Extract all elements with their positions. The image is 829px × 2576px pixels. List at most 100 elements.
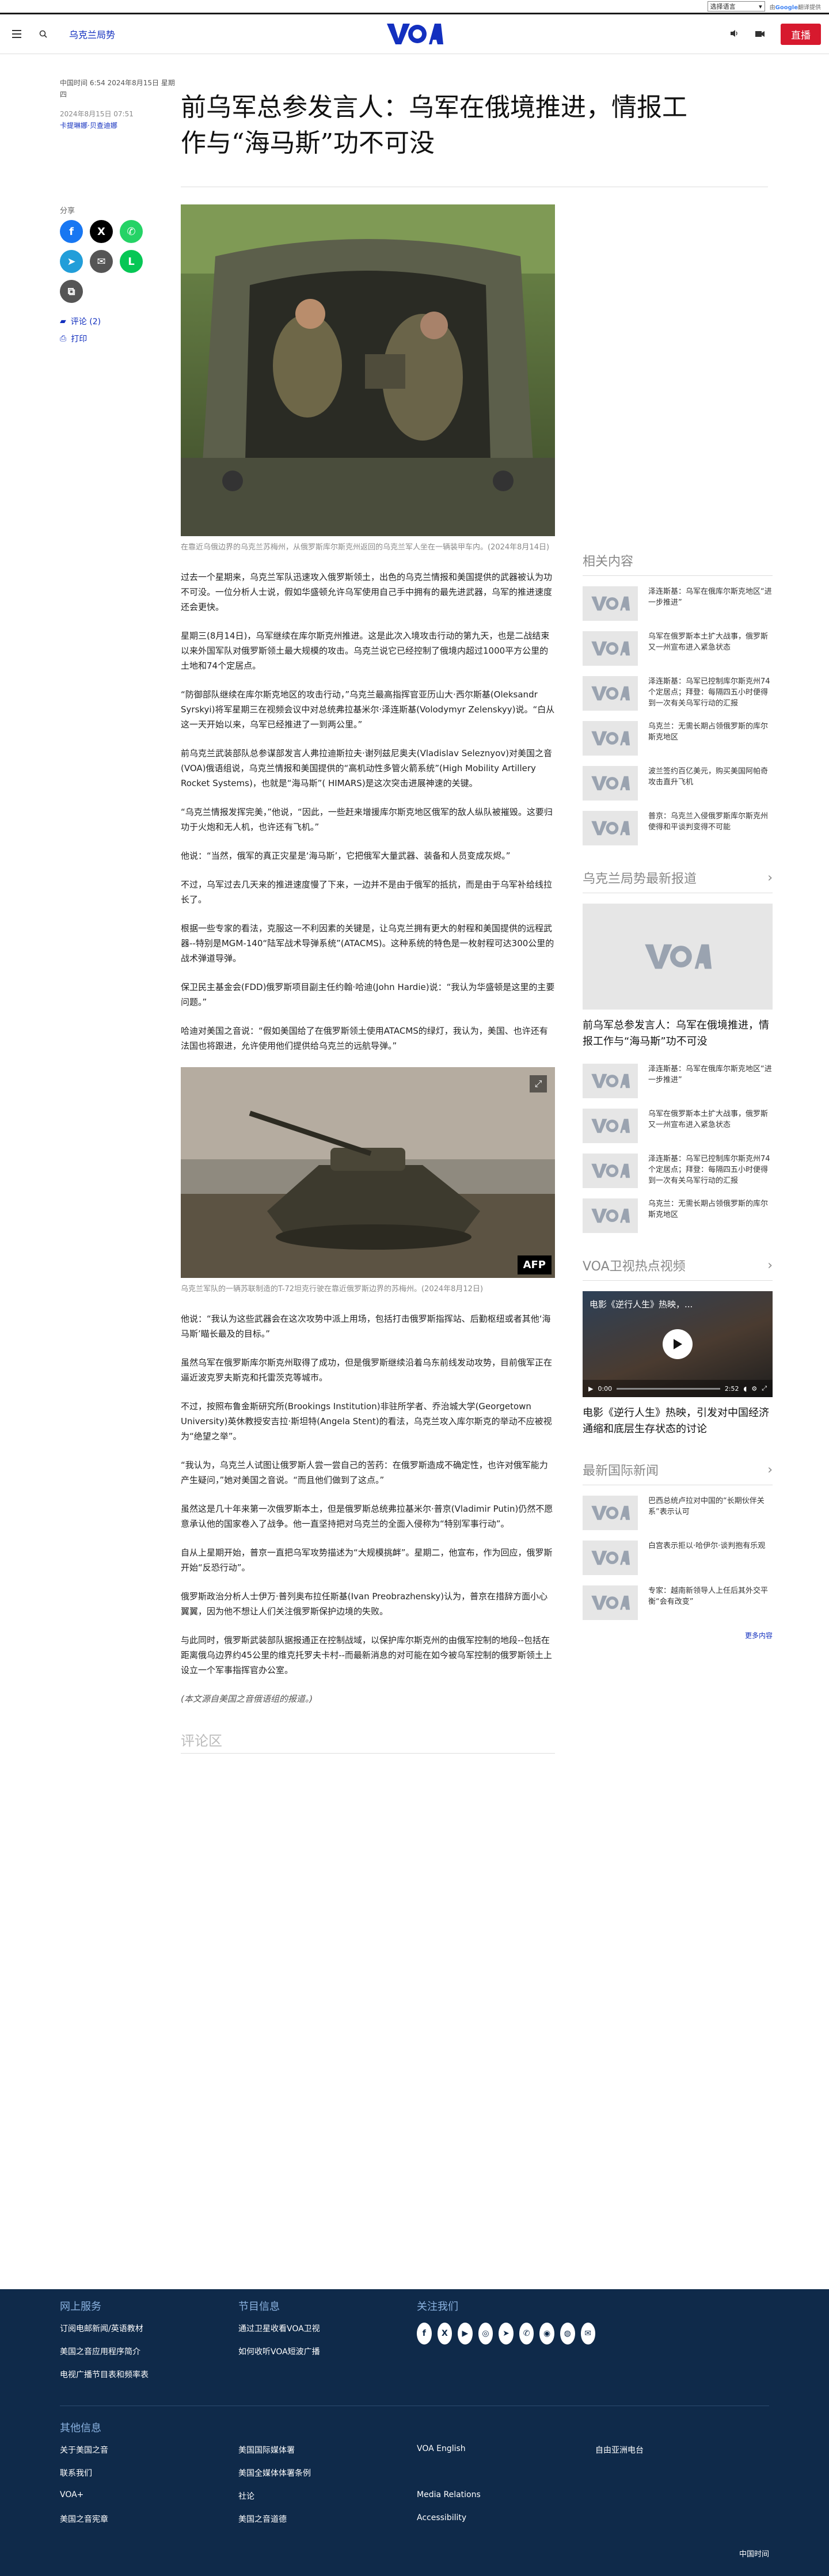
comments-link[interactable]: ▰ 评论 (2)	[60, 316, 181, 327]
footer-link[interactable]: 电视广播节目表和频率表	[60, 2369, 238, 2380]
settings-icon[interactable]: ⚙	[751, 1385, 757, 1393]
video-progress[interactable]	[617, 1387, 720, 1390]
social-icon[interactable]: ✉	[580, 2323, 596, 2344]
footer-other-link[interactable]: 美国之音宪章	[60, 2513, 238, 2525]
footer-other-link[interactable]: 美国之音道德	[238, 2513, 417, 2525]
footer-other-link[interactable]: 联系我们	[60, 2467, 238, 2479]
x-share-icon[interactable]: X	[90, 220, 113, 243]
play-icon[interactable]	[663, 1329, 693, 1359]
voa-logo[interactable]	[386, 21, 443, 47]
volume-icon[interactable]: ◖	[744, 1385, 747, 1393]
footer-link[interactable]: 如何收听VOA短波广播	[238, 2346, 417, 2357]
article-text-a: 过去一个星期来，乌克兰军队迅速攻入俄罗斯领土，出色的乌克兰情报和美国提供的武器被…	[181, 570, 555, 1053]
thumbnail	[583, 1154, 638, 1188]
list-item[interactable]: 巴西总统卢拉对中国的“长期伙伴关系”表示认可	[583, 1496, 773, 1530]
footer-online-services: 网上服务 订阅电邮新闻/英语教材 美国之音应用程序简介 电视广播节目表和频率表	[60, 2298, 238, 2392]
fullscreen-icon[interactable]: ⤢	[530, 1075, 547, 1092]
whatsapp-share-icon[interactable]: ✆	[120, 220, 143, 243]
list-item[interactable]: 波兰签约百亿美元，购买美国阿帕奇攻击直升飞机	[583, 766, 773, 801]
list-item[interactable]: 乌军在俄罗斯本土扩大战事，俄罗斯又一州宣布进入紧急状态	[583, 631, 773, 666]
world-section: 最新国际新闻 › 巴西总统卢拉对中国的“长期伙伴关系”表示认可 白宫表示拒以·哈伊尔…	[583, 1460, 773, 1640]
thumbnail	[583, 811, 638, 845]
article-text-b: 他说：“我认为这些武器会在这次攻势中派上用场，包括打击俄罗斯指挥站、后勤枢纽或者…	[181, 1311, 555, 1678]
footer-other-link[interactable]: Accessibility	[417, 2513, 595, 2525]
article-paragraph: “防御部队继续在库尔斯克地区的攻击行动，”乌克兰最高指挥官亚历山大·西尔斯基(O…	[181, 689, 555, 730]
video-caption[interactable]: 电影《逆行人生》热映，引发对中国经济通缩和底层生存状态的讨论	[583, 1405, 773, 1437]
world-title[interactable]: 最新国际新闻 ›	[583, 1460, 773, 1485]
thumbnail	[583, 1198, 638, 1233]
video-icon[interactable]	[755, 29, 765, 40]
language-select[interactable]: 选择语言 ▾	[707, 1, 765, 12]
social-icon[interactable]: ◉	[539, 2323, 554, 2344]
list-item[interactable]: 泽连斯基：乌军在俄库尔斯克地区“进一步推进”	[583, 586, 773, 621]
more-link[interactable]: 更多内容	[583, 1630, 773, 1640]
list-item[interactable]: 泽连斯基：乌军在俄库尔斯克地区“进一步推进”	[583, 1064, 773, 1098]
social-icon[interactable]: ➤	[499, 2323, 514, 2344]
footer-other-link[interactable]: 关于美国之音	[60, 2444, 238, 2456]
hero-image[interactable]	[181, 204, 555, 536]
thumbnail	[583, 1541, 638, 1575]
social-icon[interactable]: f	[417, 2323, 432, 2344]
social-icon[interactable]: ▶	[458, 2323, 473, 2344]
live-button[interactable]: 直播	[781, 23, 821, 45]
social-icon[interactable]: ◎	[478, 2323, 493, 2344]
footer-link[interactable]: 通过卫星收看VOA卫视	[238, 2323, 417, 2334]
comments-section-title: 评论区	[181, 1729, 555, 1754]
video-controls: ▶ 0:00 2:52 ◖ ⚙ ⤢	[583, 1380, 773, 1397]
article-paragraph: 过去一个星期来，乌克兰军队迅速攻入俄罗斯领土，出色的乌克兰情报和美国提供的武器被…	[181, 572, 553, 612]
list-item[interactable]: 白宫表示拒以·哈伊尔·谈判抱有乐观	[583, 1541, 773, 1575]
telegram-share-icon[interactable]: ➤	[60, 250, 83, 273]
thumbnail	[583, 766, 638, 801]
footer-link[interactable]: 美国之音应用程序简介	[60, 2346, 238, 2357]
latest-title[interactable]: 乌克兰局势最新报道 ›	[583, 868, 773, 893]
footer-other-link	[595, 2490, 774, 2502]
facebook-share-icon[interactable]: f	[60, 220, 83, 243]
play-small-icon[interactable]: ▶	[588, 1385, 593, 1393]
translate-credit: 由Google翻译提供	[769, 4, 821, 11]
menu-icon[interactable]	[8, 25, 25, 43]
line-share-icon[interactable]: L	[120, 250, 143, 273]
footer-other-link[interactable]: 美国国际媒体署	[238, 2444, 417, 2456]
related-title: 相关内容	[583, 551, 773, 576]
footer-program-info: 节目信息 通过卫星收看VOA卫视 如何收听VOA短波广播	[238, 2298, 417, 2392]
thumbnail	[583, 1064, 638, 1098]
email-share-icon[interactable]: ✉	[90, 250, 113, 273]
fullscreen-icon[interactable]: ⤢	[762, 1384, 767, 1393]
thumbnail	[583, 1585, 638, 1620]
list-item[interactable]: 乌克兰：无需长期占领俄罗斯的库尔斯克地区	[583, 1198, 773, 1233]
video-player[interactable]: 电影《逆行人生》热映，... ▶ 0:00 2:52 ◖ ⚙ ⤢	[583, 1291, 773, 1397]
article-paragraph: 虽然乌军在俄罗斯库尔斯克州取得了成功，但是俄罗斯继续沿着乌东前线发动攻势，目前俄…	[181, 1357, 553, 1383]
utility-bar: 选择语言 ▾ 由Google翻译提供	[0, 0, 829, 13]
video-title[interactable]: VOA卫视热点视频 ›	[583, 1256, 773, 1281]
latest-feature-title[interactable]: 前乌军总参发言人：乌军在俄境推进，情报工作与“海马斯”功不可没	[583, 1018, 773, 1050]
author-link[interactable]: 卡提琳娜·贝查迪娜	[60, 122, 117, 130]
inline-image[interactable]: ⤢ AFP	[181, 1067, 555, 1278]
speaker-icon[interactable]	[730, 29, 739, 40]
article-paragraph: “乌克兰情报发挥完美，”他说，“因此，一些赶来增援库尔斯克地区俄军的敌人纵队被摧…	[181, 807, 553, 832]
print-link[interactable]: ⎙ 打印	[60, 333, 181, 344]
list-item[interactable]: 专家：越南新领导人上任后其外交平衡“会有改变”	[583, 1585, 773, 1620]
list-item[interactable]: 乌军在俄罗斯本土扩大战事，俄罗斯又一州宣布进入紧急状态	[583, 1109, 773, 1143]
article-paragraph: 俄罗斯政治分析人士伊万·普列奥布拉任斯基(Ivan Preobrazhensky…	[181, 1591, 548, 1617]
copy-share-icon[interactable]: ⧉	[60, 280, 83, 303]
footer-other-link[interactable]: VOA+	[60, 2490, 238, 2502]
latest-feature-image[interactable]	[583, 904, 773, 1010]
section-link[interactable]: 乌克兰局势	[69, 27, 115, 41]
footer-other-link[interactable]: 社论	[238, 2490, 417, 2502]
footer-other-link[interactable]: VOA English	[417, 2444, 595, 2456]
list-item[interactable]: 泽连斯基：乌军已控制库尔斯克州74个定居点；拜登：每隔四五小时便得到一次有关乌军…	[583, 1154, 773, 1188]
footer-other-link[interactable]: 自由亚洲电台	[595, 2444, 774, 2456]
site-header: 乌克兰局势 直播	[0, 13, 829, 54]
thumbnail	[583, 721, 638, 756]
search-icon[interactable]	[35, 25, 52, 43]
list-item[interactable]: 乌克兰：无需长期占领俄罗斯的库尔斯克地区	[583, 721, 773, 756]
social-icon[interactable]: X	[437, 2323, 452, 2344]
footer-other-link[interactable]: 美国全媒体体署条例	[238, 2467, 417, 2479]
footer-other-link[interactable]: Media Relations	[417, 2490, 595, 2502]
social-icon[interactable]: ✆	[519, 2323, 534, 2344]
list-item[interactable]: 泽连斯基：乌军已控制库尔斯克州74个定居点；拜登：每隔四五小时便得到一次有关乌军…	[583, 676, 773, 711]
social-icon[interactable]: ◍	[560, 2323, 575, 2344]
list-item[interactable]: 普京：乌克兰入侵俄罗斯库尔斯克州使得和平谈判变得不可能	[583, 811, 773, 845]
footer-link[interactable]: 订阅电邮新闻/英语教材	[60, 2323, 238, 2334]
article-header: 中国时间 6:54 2024年8月15日 星期四 2024年8月15日 07:5…	[0, 54, 829, 187]
